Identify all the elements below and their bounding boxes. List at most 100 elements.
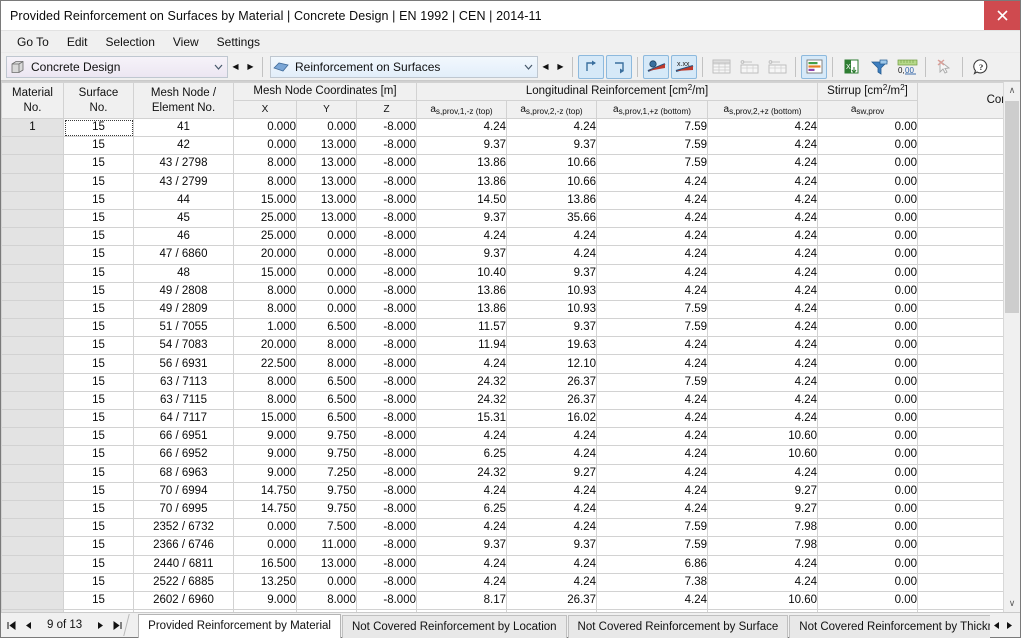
surface-no-cell[interactable]: 15 [63,354,134,374]
mesh-node-cell[interactable]: 51 / 7055 [133,318,234,338]
coord-y-cell[interactable]: 13.000 [296,554,357,574]
comment-cell[interactable] [917,536,1003,556]
as-prov-2-top-cell[interactable]: 4.24 [506,518,597,538]
material-no-cell[interactable] [1,263,64,283]
coord-y-cell[interactable]: 13.000 [296,208,357,229]
table-row[interactable]: 15 66 / 6951 9.000 9.750 -8.000 4.24 4.24 4.24 1… [1,427,1003,447]
prev-page-button[interactable] [20,615,37,635]
col-mesh-node-element-no[interactable]: Mesh Node / Element No. [133,82,234,119]
table-row[interactable]: 15 43 / 2798 8.000 13.000 -8.000 13.86 10.66 7.… [1,154,1003,174]
as-prov-2-bottom-cell[interactable]: 4.24 [706,572,819,592]
as-prov-1-top-cell[interactable]: 4.24 [416,427,507,447]
coord-x-cell[interactable]: 20.000 [233,336,297,356]
chevron-down-icon[interactable] [519,64,537,70]
coord-x-cell[interactable]: 9.000 [233,590,297,611]
material-no-cell[interactable] [1,572,64,592]
material-no-cell[interactable] [1,336,64,356]
material-no-cell[interactable] [1,445,64,465]
as-prov-1-top-cell[interactable]: 13.86 [416,172,507,192]
as-prov-1-top-cell[interactable]: 4.24 [416,117,507,138]
table-next-button[interactable]: ▶ [553,56,568,78]
mesh-node-cell[interactable]: 64 / 7117 [133,408,234,429]
as-prov-2-bottom-cell[interactable]: 4.24 [706,172,819,192]
as-prov-1-top-cell[interactable]: 9.37 [416,136,507,156]
comment-cell[interactable] [917,318,1003,338]
as-prov-2-bottom-cell[interactable]: 4.24 [706,227,819,247]
as-prov-2-top-cell[interactable]: 19.63 [506,336,597,356]
coord-x-cell[interactable]: 1.000 [233,318,297,338]
module-combobox[interactable]: Concrete Design [6,55,228,78]
table-rows-icon[interactable] [736,55,762,79]
decimal-places-icon[interactable]: 0, 00 [894,55,920,79]
coord-y-cell[interactable]: 8.000 [296,336,357,356]
as-prov-2-bottom-cell[interactable]: 4.24 [706,408,819,429]
mesh-node-cell[interactable]: 47 / 6860 [133,245,234,265]
surface-no-cell[interactable]: 15 [63,554,134,574]
mesh-node-cell[interactable]: 66 / 6951 [133,427,234,447]
surface-no-cell[interactable]: 15 [63,481,134,501]
as-prov-2-bottom-cell[interactable]: 4.24 [706,245,819,265]
comment-cell[interactable] [917,572,1003,592]
coord-x-cell[interactable]: 8.000 [233,172,297,192]
material-no-cell[interactable] [1,299,64,320]
mesh-node-cell[interactable]: 2440 / 6811 [133,554,234,574]
as-prov-2-top-cell[interactable]: 13.86 [506,190,597,210]
asw-prov-cell[interactable]: 0.00 [817,572,919,592]
surface-no-cell[interactable]: 15 [63,281,134,301]
as-prov-1-top-cell[interactable]: 15.31 [416,408,507,429]
colgroup-mesh-node-coordinates[interactable]: Mesh Node Coordinates [m] [233,82,417,101]
mesh-node-cell[interactable]: 46 [133,227,234,247]
comment-cell[interactable] [917,117,1003,138]
as-prov-2-top-cell[interactable]: 4.24 [506,445,597,465]
asw-prov-cell[interactable]: 0.00 [817,372,919,392]
first-page-button[interactable] [3,615,20,635]
colgroup-stirrup[interactable]: Stirrup [cm2/m2] [817,82,919,101]
material-no-cell[interactable] [1,590,64,611]
asw-prov-cell[interactable]: 0.00 [817,427,919,447]
coord-x-cell[interactable]: 9.000 [233,445,297,465]
tab-not-covered-by-thickness[interactable]: Not Covered Reinforcement by Thickness [789,614,990,638]
coord-z-cell[interactable]: -8.000 [356,136,417,156]
as-prov-2-bottom-cell[interactable]: 7.98 [706,518,819,538]
coord-z-cell[interactable]: -8.000 [356,227,417,247]
as-prov-1-top-cell[interactable]: 4.24 [416,572,507,592]
as-prov-1-top-cell[interactable]: 4.24 [416,354,507,374]
as-prov-2-top-cell[interactable]: 16.02 [506,408,597,429]
coord-z-cell[interactable]: -8.000 [356,299,417,320]
as-prov-2-top-cell[interactable]: 4.24 [506,117,597,138]
table-row[interactable]: 15 64 / 7117 15.000 6.500 -8.000 15.31 16.02 4.… [1,408,1003,429]
coord-x-cell[interactable]: 16.500 [233,554,297,574]
as-prov-1-top-cell[interactable]: 10.40 [416,263,507,283]
as-prov-1-top-cell[interactable]: 6.25 [416,499,507,520]
mesh-node-cell[interactable]: 42 [133,136,234,156]
material-no-cell[interactable] [1,408,64,429]
table-row[interactable]: 15 63 / 7113 8.000 6.500 -8.000 24.32 26.37 7.5… [1,372,1003,392]
as-prov-2-top-cell[interactable]: 4.24 [506,499,597,520]
mesh-node-cell[interactable]: 68 / 6963 [133,463,234,483]
as-prov-1-top-cell[interactable]: 9.37 [416,245,507,265]
material-no-cell[interactable] [1,481,64,501]
mesh-node-cell[interactable]: 54 / 7083 [133,336,234,356]
as-prov-2-bottom-cell[interactable]: 4.24 [706,136,819,156]
mesh-node-cell[interactable]: 2602 / 6960 [133,590,234,611]
col-as-prov-2-minus-z-top[interactable]: as,prov,2,-z (top) [506,100,597,119]
asw-prov-cell[interactable]: 0.00 [817,208,919,229]
module-next-button[interactable]: ▶ [243,56,258,78]
as-prov-1-bottom-cell[interactable]: 7.59 [596,372,708,392]
as-prov-1-bottom-cell[interactable]: 4.24 [596,499,708,520]
coord-y-cell[interactable]: 11.000 [296,536,357,556]
mesh-node-cell[interactable]: 2352 / 6732 [133,518,234,538]
as-prov-1-top-cell[interactable]: 13.86 [416,281,507,301]
as-prov-1-bottom-cell[interactable]: 4.24 [596,245,708,265]
comment-cell[interactable] [917,208,1003,229]
as-prov-2-top-cell[interactable]: 35.66 [506,208,597,229]
as-prov-2-top-cell[interactable]: 9.27 [506,463,597,483]
as-prov-1-bottom-cell[interactable]: 4.24 [596,390,708,411]
surface-no-cell[interactable]: 15 [63,208,134,229]
table-cols-icon[interactable] [764,55,790,79]
as-prov-2-top-cell[interactable]: 26.37 [506,590,597,611]
as-prov-2-bottom-cell[interactable]: 4.24 [706,354,819,374]
coord-y-cell[interactable]: 6.500 [296,408,357,429]
asw-prov-cell[interactable]: 0.00 [817,154,919,174]
as-prov-1-bottom-cell[interactable]: 6.86 [596,554,708,574]
